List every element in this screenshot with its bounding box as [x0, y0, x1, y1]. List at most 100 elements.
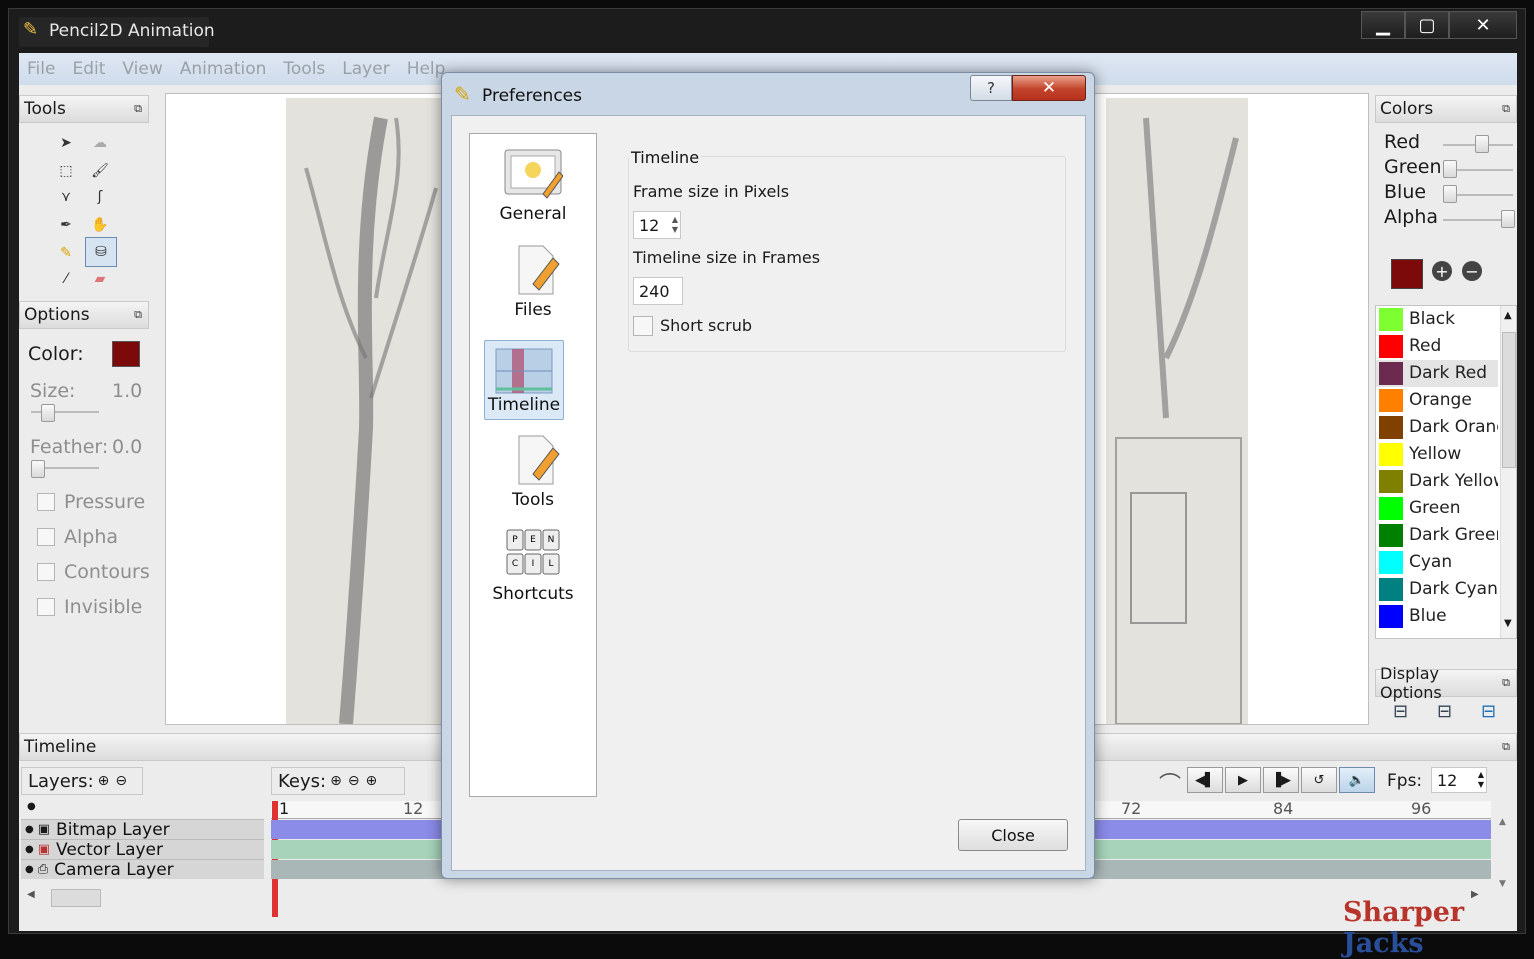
- remove-color-icon[interactable]: −: [1462, 261, 1482, 281]
- sound-toggle-button[interactable]: 🔈: [1339, 767, 1375, 793]
- short-scrub-checkbox[interactable]: [633, 316, 653, 336]
- onion-both-icon[interactable]: ⊟: [1437, 701, 1452, 722]
- swatch-item[interactable]: Dark Red: [1376, 360, 1498, 387]
- undock-icon[interactable]: ⧉: [134, 308, 142, 322]
- onion-prev-icon[interactable]: ⊟: [1393, 701, 1408, 722]
- swatch-item[interactable]: Black: [1376, 306, 1498, 333]
- add-key-icon[interactable]: ⊕: [330, 773, 342, 789]
- swatch-item[interactable]: Dark Yellow: [1376, 468, 1498, 495]
- add-layer-icon[interactable]: ⊕: [98, 773, 110, 789]
- menu-file[interactable]: File: [27, 59, 55, 79]
- minimize-button[interactable]: ▁: [1361, 11, 1405, 39]
- polyline-icon[interactable]: ⋎: [55, 186, 77, 208]
- swatch-item[interactable]: Blue: [1376, 603, 1498, 630]
- layer-visibility-icon[interactable]: ●: [27, 801, 36, 812]
- page-shortcuts[interactable]: P E N C I L Shortcuts: [470, 528, 596, 604]
- swatch-item[interactable]: Dark Green: [1376, 522, 1498, 549]
- timeline-size-input[interactable]: 240: [633, 277, 683, 305]
- menu-help[interactable]: Help: [407, 59, 446, 79]
- page-files[interactable]: Files: [470, 244, 596, 320]
- menu-layer[interactable]: Layer: [342, 59, 389, 79]
- layer-row-camera[interactable]: ● ⎙ Camera Layer: [21, 859, 264, 880]
- remove-layer-icon[interactable]: ⊖: [115, 773, 127, 789]
- scroll-down-icon[interactable]: ▼: [1499, 879, 1506, 889]
- visibility-dot-icon[interactable]: ●: [25, 844, 34, 855]
- pressure-checkbox[interactable]: [37, 493, 55, 511]
- layer-row-bitmap[interactable]: ● ▣ Bitmap Layer: [21, 819, 264, 840]
- current-color-swatch[interactable]: [1391, 259, 1423, 289]
- scroll-thumb[interactable]: [1502, 332, 1516, 468]
- timeline-hscroll[interactable]: ◀ ▶: [21, 889, 1501, 907]
- onion-next-icon[interactable]: ⊟: [1481, 701, 1496, 722]
- close-button[interactable]: Close: [958, 819, 1068, 851]
- color-slider-knob[interactable]: [1443, 185, 1457, 203]
- smudge-icon[interactable]: ☁: [89, 132, 111, 154]
- spin-arrows-icon[interactable]: ▲ ▼: [1478, 770, 1484, 790]
- duplicate-key-icon[interactable]: ⊕: [366, 773, 378, 789]
- brush-icon[interactable]: 🖌: [89, 160, 111, 182]
- page-tools[interactable]: Tools: [470, 434, 596, 510]
- dialog-close-x-button[interactable]: ✕: [1012, 75, 1086, 101]
- scroll-up-icon[interactable]: ▲: [1499, 817, 1506, 827]
- smudge-hand-icon[interactable]: ʃ: [89, 186, 111, 208]
- scroll-down-icon[interactable]: ▼: [1504, 618, 1512, 629]
- hand-icon[interactable]: ✋: [89, 214, 111, 236]
- swatch-item[interactable]: Cyan: [1376, 549, 1498, 576]
- play-button[interactable]: ▶: [1225, 767, 1261, 793]
- maximize-button[interactable]: ▢: [1405, 11, 1449, 39]
- spin-arrows-icon[interactable]: ▲ ▼: [672, 215, 678, 235]
- contours-checkbox[interactable]: [37, 563, 55, 581]
- rect-select-icon[interactable]: ⬚: [55, 160, 77, 182]
- close-window-button[interactable]: ✕: [1449, 11, 1517, 39]
- pencil-icon[interactable]: ✎: [55, 242, 77, 264]
- undock-icon[interactable]: ⧉: [134, 102, 142, 116]
- undock-icon[interactable]: ⧉: [1502, 740, 1510, 754]
- loop-button[interactable]: ↺: [1301, 767, 1337, 793]
- pen-icon[interactable]: ✒: [55, 214, 77, 236]
- select-arrow-icon[interactable]: ➤: [55, 132, 77, 154]
- eyedropper-icon[interactable]: ⁄: [55, 268, 77, 290]
- timeline-vscroll[interactable]: ▲ ▼: [1495, 817, 1513, 889]
- scroll-thumb[interactable]: [51, 889, 101, 907]
- frame-size-spinbox[interactable]: 12 ▲ ▼: [633, 211, 681, 239]
- swatch-item[interactable]: Orange: [1376, 387, 1498, 414]
- swatch-scrollbar[interactable]: ▲ ▼: [1500, 306, 1516, 638]
- color-slider-knob[interactable]: [1501, 210, 1515, 228]
- swatch-item[interactable]: Green: [1376, 495, 1498, 522]
- swatch-item[interactable]: Dark Cyan: [1376, 576, 1498, 603]
- fps-spinbox[interactable]: 12 ▲ ▼: [1431, 767, 1487, 793]
- feather-slider-knob[interactable]: [31, 460, 45, 478]
- scroll-left-icon[interactable]: ◀: [27, 889, 35, 900]
- title-bar[interactable]: ✎ Pencil2D Animation ▁ ▢ ✕: [9, 9, 1527, 53]
- page-timeline[interactable]: Timeline: [484, 340, 564, 420]
- undock-icon[interactable]: ⧉: [1502, 102, 1510, 116]
- swatch-item[interactable]: Dark Orang: [1376, 414, 1498, 441]
- menu-tools[interactable]: Tools: [283, 59, 325, 79]
- remove-key-icon[interactable]: ⊖: [348, 773, 360, 789]
- visibility-dot-icon[interactable]: ●: [25, 824, 34, 835]
- color-slider-knob[interactable]: [1443, 160, 1457, 178]
- color-swatch[interactable]: [112, 341, 140, 367]
- bucket-icon[interactable]: ⛁: [85, 237, 117, 267]
- prev-frame-button[interactable]: ◀▌: [1187, 767, 1223, 793]
- add-color-icon[interactable]: +: [1432, 261, 1452, 281]
- alpha-checkbox[interactable]: [37, 528, 55, 546]
- swatch-item[interactable]: Yellow: [1376, 441, 1498, 468]
- color-swatch-list[interactable]: Black Red Dark Red Orange Dark Orang Yellow Da…: [1375, 305, 1517, 639]
- color-slider-knob[interactable]: [1474, 135, 1489, 153]
- invisible-checkbox[interactable]: [37, 598, 55, 616]
- next-frame-button[interactable]: ▐▶: [1263, 767, 1299, 793]
- menu-animation[interactable]: Animation: [180, 59, 267, 79]
- scroll-up-icon[interactable]: ▲: [1504, 310, 1512, 321]
- eraser-icon[interactable]: ▰: [89, 268, 111, 290]
- swatch-color: [1379, 524, 1403, 547]
- visibility-dot-icon[interactable]: ●: [25, 864, 34, 875]
- size-slider-knob[interactable]: [41, 404, 55, 422]
- undock-icon[interactable]: ⧉: [1502, 676, 1510, 690]
- menu-view[interactable]: View: [122, 59, 162, 79]
- layer-row-vector[interactable]: ● ▣ Vector Layer: [21, 839, 264, 860]
- swatch-item[interactable]: Red: [1376, 333, 1498, 360]
- menu-edit[interactable]: Edit: [72, 59, 105, 79]
- page-general[interactable]: General: [470, 148, 596, 224]
- help-button[interactable]: ?: [970, 75, 1012, 101]
